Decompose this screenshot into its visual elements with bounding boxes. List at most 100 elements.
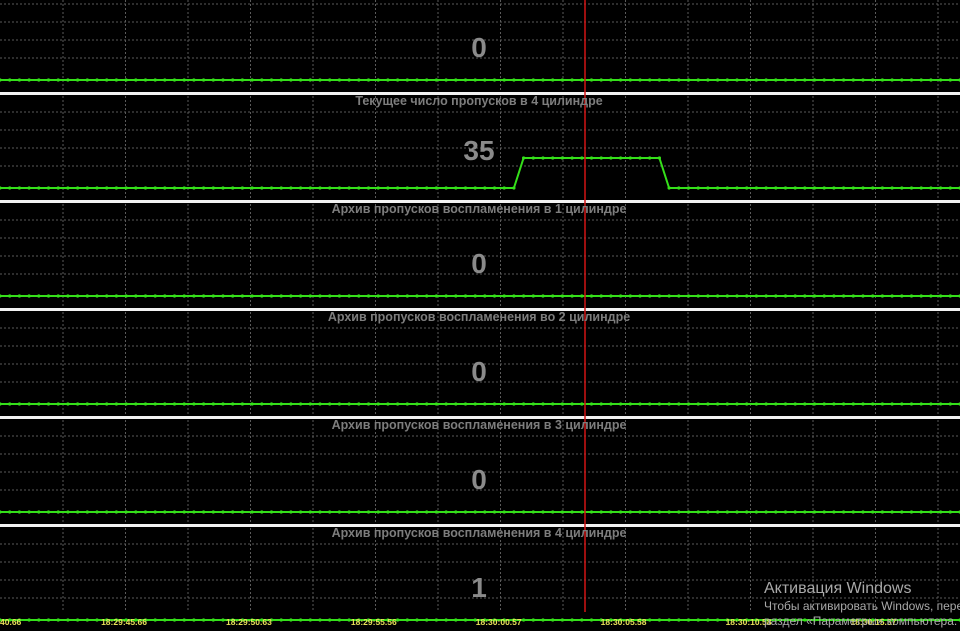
time-tick-label: 18:29:50.63 — [226, 617, 272, 627]
signal-sample-point — [66, 618, 70, 622]
signal-sample-point — [716, 402, 720, 406]
signal-sample-point — [793, 510, 797, 514]
signal-sample-point — [919, 294, 923, 298]
signal-sample-point — [27, 510, 31, 514]
signal-sample-point — [667, 78, 671, 82]
signal-sample-point — [638, 156, 642, 160]
signal-sample-point — [803, 402, 807, 406]
signal-sample-point — [134, 510, 138, 514]
signal-sample-point — [522, 402, 526, 406]
signal-sample-point — [570, 156, 574, 160]
signal-sample-point — [560, 510, 565, 514]
signal-sample-point — [851, 186, 855, 190]
signal-sample-point — [483, 78, 487, 82]
signal-sample-point — [900, 294, 904, 298]
signal-sample-point — [66, 294, 70, 298]
panel-title: Архив пропусков воспламенения во 2 цилин… — [328, 310, 630, 324]
panel-title: Архив пропусков воспламенения в 1 цилинд… — [332, 202, 627, 216]
signal-sample-point — [37, 78, 41, 82]
signal-sample-point — [880, 402, 885, 406]
signal-sample-point — [328, 402, 332, 406]
signal-sample-point — [648, 294, 652, 298]
signal-sample-point — [589, 294, 594, 298]
signal-sample-point — [599, 156, 603, 160]
signal-sample-point — [531, 294, 535, 298]
signal-sample-point — [725, 402, 729, 406]
signal-sample-point — [172, 618, 177, 622]
signal-sample-point — [192, 294, 196, 298]
signal-sample-point — [754, 78, 759, 82]
signal-sample-point — [17, 510, 21, 514]
signal-sample-point — [890, 402, 894, 406]
signal-sample-point — [299, 78, 303, 82]
signal-sample-point — [347, 186, 351, 190]
signal-sample-point — [308, 186, 312, 190]
signal-sample-point — [900, 402, 904, 406]
signal-sample-point — [880, 294, 885, 298]
signal-sample-point — [580, 402, 584, 406]
signal-sample-point — [260, 402, 264, 406]
signal-sample-point — [939, 186, 943, 190]
signal-sample-point — [463, 510, 468, 514]
signal-sample-point — [202, 294, 206, 298]
signal-sample-point — [580, 294, 584, 298]
signal-sample-point — [531, 78, 535, 82]
signal-sample-point — [46, 618, 51, 622]
panel-current-value: 0 — [471, 32, 487, 63]
signal-sample-point — [172, 402, 177, 406]
signal-sample-point — [473, 294, 477, 298]
watermark-text: Чтобы активировать Windows, перейдите в … — [764, 599, 960, 628]
signal-sample-point — [929, 402, 933, 406]
signal-sample-point — [735, 78, 739, 82]
signal-sample-point — [376, 510, 380, 514]
signal-sample-point — [832, 402, 836, 406]
signal-sample-point — [405, 186, 409, 190]
signal-sample-point — [822, 78, 826, 82]
signal-sample-point — [812, 402, 817, 406]
signal-sample-point — [454, 186, 458, 190]
signal-sample-point — [8, 510, 12, 514]
signal-sample-point — [444, 294, 448, 298]
signal-sample-point — [396, 294, 400, 298]
signal-sample-point — [46, 510, 51, 514]
signal-sample-point — [851, 78, 855, 82]
signal-sample-point — [95, 186, 99, 190]
signal-sample-point — [434, 510, 438, 514]
signal-sample-point — [589, 402, 594, 406]
signal-sample-point — [871, 510, 875, 514]
signal-sample-point — [725, 78, 729, 82]
signal-sample-point — [221, 618, 225, 622]
signal-sample-point — [357, 510, 361, 514]
signal-sample-point — [929, 78, 933, 82]
time-tick-label: 18:29:55.56 — [351, 617, 397, 627]
signal-sample-point — [37, 618, 41, 622]
signal-sample-point — [454, 78, 458, 82]
signal-sample-point — [192, 78, 196, 82]
signal-sample-point — [473, 186, 477, 190]
signal-sample-point — [531, 156, 535, 160]
signal-sample-point — [172, 78, 177, 82]
signal-sample-point — [337, 78, 341, 82]
signal-sample-point — [143, 186, 148, 190]
signal-sample-point — [56, 618, 60, 622]
signal-sample-point — [900, 186, 904, 190]
signal-sample-point — [638, 402, 642, 406]
signal-sample-point — [735, 294, 739, 298]
signal-sample-point — [619, 78, 623, 82]
signal-sample-point — [240, 402, 244, 406]
signal-sample-point — [677, 186, 681, 190]
signal-sample-point — [570, 618, 574, 622]
signal-sample-point — [502, 78, 506, 82]
signal-sample-point — [842, 294, 846, 298]
signal-sample-point — [250, 186, 254, 190]
signal-sample-point — [114, 510, 118, 514]
signal-sample-point — [46, 186, 51, 190]
signal-sample-point — [114, 294, 118, 298]
signal-sample-point — [502, 186, 506, 190]
signal-sample-point — [444, 618, 448, 622]
panel-title: Архив пропусков воспламенения в 4 цилинд… — [332, 526, 627, 540]
signal-sample-point — [66, 186, 70, 190]
signal-sample-point — [909, 402, 914, 406]
signal-sample-point — [706, 402, 710, 406]
signal-sample-point — [143, 294, 148, 298]
